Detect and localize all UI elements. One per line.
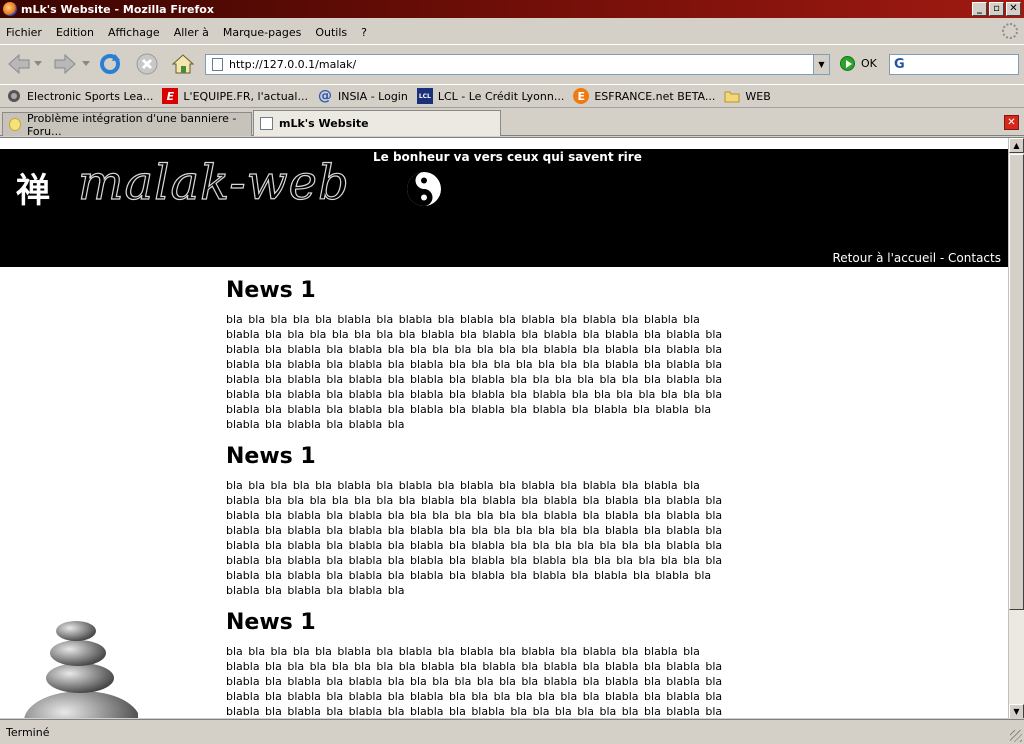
- news-title: News 1: [226, 444, 316, 469]
- at-icon: @: [317, 88, 332, 104]
- reload-icon: [100, 54, 120, 74]
- news-item: News 1 bla bla bla bla bla blabla bla bl…: [226, 278, 731, 432]
- bookmark-esl[interactable]: Electronic Sports Lea...: [6, 88, 153, 104]
- go-icon: [840, 56, 855, 71]
- news-title: News 1: [226, 278, 316, 303]
- menu-fichier[interactable]: Fichier: [6, 26, 42, 39]
- back-arrow-icon: [8, 53, 30, 75]
- back-button[interactable]: [6, 51, 32, 77]
- site-banner: 禅 malak-web Le bonheur va vers ceux qui …: [0, 149, 1008, 267]
- banner-links[interactable]: Retour à l'accueil - Contacts: [833, 251, 1002, 265]
- vertical-scrollbar[interactable]: ▲ ▼: [1008, 138, 1024, 718]
- window-title: mLk's Website - Mozilla Firefox: [21, 2, 214, 16]
- tab-forum[interactable]: Problème intégration d'une banniere - Fo…: [2, 111, 252, 138]
- browser-window: mLk's Website - Mozilla Firefox _ ▫ ✕ Fi…: [0, 0, 1024, 744]
- home-icon: [171, 54, 195, 74]
- site-tagline: Le bonheur va vers ceux qui savent rire: [373, 150, 642, 164]
- navigation-toolbar: http://127.0.0.1/malak/ ▼ OK G: [0, 44, 1024, 82]
- throbber-icon: [1002, 23, 1018, 39]
- bookmark-label: L'EQUIPE.FR, l'actual...: [183, 89, 308, 103]
- menu-edition[interactable]: Edition: [56, 26, 94, 39]
- bookmark-label: Electronic Sports Lea...: [27, 89, 154, 103]
- scroll-down-button[interactable]: ▼: [1009, 704, 1024, 718]
- go-label: OK: [861, 57, 877, 70]
- bookmark-label: LCL - Le Crédit Lyonn...: [437, 89, 565, 103]
- firefox-icon: [3, 2, 17, 16]
- news-item: News 1 bla bla bla bla bla blabla bla bl…: [226, 444, 731, 598]
- reload-button[interactable]: [97, 51, 123, 77]
- stop-icon: [136, 53, 158, 75]
- url-text: http://127.0.0.1/malak/: [229, 58, 357, 71]
- status-text: Terminé: [6, 725, 50, 739]
- close-tab-button[interactable]: ✕: [1004, 115, 1019, 130]
- menu-help[interactable]: ?: [361, 26, 367, 39]
- chevron-down-icon: [82, 61, 90, 66]
- news-list: News 1 bla bla bla bla bla blabla bla bl…: [226, 278, 731, 718]
- home-button[interactable]: [170, 51, 196, 77]
- lequipe-icon: E: [162, 88, 179, 104]
- page-icon: [212, 58, 223, 71]
- page-viewport: 禅 malak-web Le bonheur va vers ceux qui …: [0, 137, 1024, 718]
- menu-outils[interactable]: Outils: [315, 26, 347, 39]
- yin-yang-icon: [407, 172, 441, 206]
- menu-marque-pages[interactable]: Marque-pages: [223, 26, 301, 39]
- url-history-dropdown[interactable]: ▼: [813, 55, 829, 74]
- news-item: News 1 bla bla bla bla bla blabla bla bl…: [226, 610, 731, 718]
- chevron-down-icon: [34, 61, 42, 66]
- url-bar[interactable]: http://127.0.0.1/malak/ ▼: [205, 54, 830, 75]
- status-bar: Terminé: [0, 719, 1024, 744]
- zen-kanji: 禅: [16, 171, 50, 211]
- menu-affichage[interactable]: Affichage: [108, 26, 160, 39]
- news-body: bla bla bla bla bla blabla bla blabla bl…: [226, 479, 723, 597]
- bookmark-label: WEB: [745, 89, 771, 103]
- title-bar[interactable]: mLk's Website - Mozilla Firefox _ ▫ ✕: [0, 0, 1024, 18]
- lcl-icon: LCL: [416, 88, 433, 104]
- back-history-dropdown[interactable]: [32, 51, 44, 77]
- bookmark-insia[interactable]: @ INSIA - Login: [317, 88, 408, 104]
- menu-bar: Fichier Edition Affichage Aller à Marque…: [0, 22, 1024, 42]
- tab-website[interactable]: mLk's Website: [253, 110, 501, 136]
- bookmark-label: INSIA - Login: [337, 89, 408, 103]
- maximize-button[interactable]: ▫: [989, 2, 1004, 16]
- news-body: bla bla bla bla bla blabla bla blabla bl…: [226, 313, 723, 431]
- close-window-button[interactable]: ✕: [1006, 2, 1021, 16]
- bookmark-folder-web[interactable]: WEB: [724, 88, 771, 104]
- forward-history-dropdown[interactable]: [80, 51, 92, 77]
- google-icon: G: [894, 57, 905, 72]
- zen-stones-image: [24, 621, 138, 718]
- menu-aller[interactable]: Aller à: [174, 26, 209, 39]
- tab-label: Problème intégration d'une banniere - Fo…: [26, 111, 237, 138]
- forward-arrow-icon: [54, 53, 76, 75]
- esfrance-icon: E: [573, 88, 590, 104]
- minimize-button[interactable]: _: [972, 2, 987, 16]
- page-icon: [260, 117, 273, 130]
- scroll-thumb[interactable]: [1009, 154, 1024, 610]
- esl-icon: [6, 88, 22, 104]
- site-logo: malak-web: [77, 154, 350, 211]
- folder-icon: [724, 88, 740, 104]
- window-controls: _ ▫ ✕: [972, 2, 1021, 16]
- go-button[interactable]: OK: [840, 56, 877, 71]
- tab-bar: Problème intégration d'une banniere - Fo…: [0, 110, 1024, 138]
- scroll-up-button[interactable]: ▲: [1009, 138, 1024, 153]
- news-title: News 1: [226, 610, 316, 635]
- bookmark-lcl[interactable]: LCL LCL - Le Crédit Lyonn...: [416, 88, 565, 104]
- bookmark-label: ESFRANCE.net BETA...: [594, 89, 716, 103]
- resize-grip-icon[interactable]: [1010, 730, 1022, 742]
- bookmark-esfrance[interactable]: E ESFRANCE.net BETA...: [573, 88, 715, 104]
- search-box[interactable]: G: [889, 54, 1019, 75]
- tab-label: mLk's Website: [279, 117, 369, 130]
- bookmarks-toolbar: Electronic Sports Lea... E L'EQUIPE.FR, …: [0, 84, 1024, 108]
- forward-button[interactable]: [52, 51, 78, 77]
- news-body: bla bla bla bla bla blabla bla blabla bl…: [226, 645, 723, 718]
- tab-favicon-icon: [9, 118, 21, 131]
- stop-button[interactable]: [134, 51, 160, 77]
- bookmark-lequipe[interactable]: E L'EQUIPE.FR, l'actual...: [162, 88, 308, 104]
